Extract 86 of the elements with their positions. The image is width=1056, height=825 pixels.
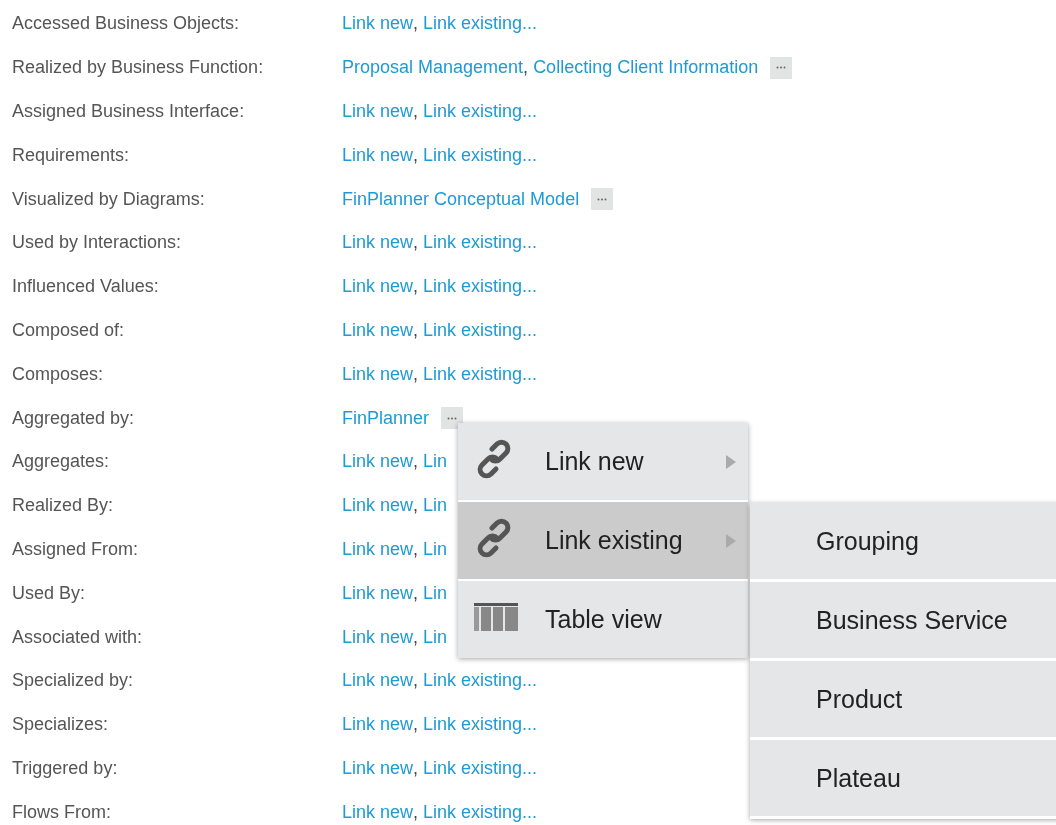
field-label: Requirements: [11,144,131,166]
link[interactable]: FinPlanner [342,407,430,429]
field-label: Specializes: [11,714,110,736]
link[interactable]: Link new [342,801,414,823]
separator: , [413,626,419,648]
link[interactable]: Lin [423,538,448,560]
link[interactable]: Link new [342,582,414,604]
link[interactable]: Link new [342,363,414,385]
field-label: Composed of: [11,319,126,341]
table-icon [474,602,518,631]
link[interactable]: Proposal Management [342,57,524,79]
link[interactable]: Link new [342,670,414,692]
field-label: Realized by Business Function: [11,57,265,79]
link[interactable]: Link new [342,232,414,254]
link[interactable]: Link new [342,319,414,341]
separator: , [413,582,419,604]
link[interactable]: Link new [342,276,414,298]
link[interactable]: Lin [423,495,448,517]
field-label: Used by Interactions: [11,232,183,254]
link[interactable]: Link existing... [423,670,538,692]
link[interactable]: Collecting Client Information [533,57,759,79]
menu-item[interactable]: Link new [458,423,748,500]
link[interactable]: Link existing... [423,363,538,385]
field-label: Accessed Business Objects: [11,13,241,35]
field-label: Assigned Business Interface: [11,101,246,122]
link[interactable]: FinPlanner Conceptual Model [342,188,580,210]
menu-item[interactable]: Business Service [750,582,1056,658]
more-button[interactable] [770,56,793,79]
separator: , [413,144,419,166]
field-label: Composes: [11,363,105,385]
link[interactable]: Link existing... [423,144,538,166]
separator: , [413,319,419,341]
link[interactable]: Link new [342,13,414,35]
more-icon [447,416,458,420]
separator: , [413,538,419,560]
link[interactable]: Link existing... [423,801,538,823]
link[interactable]: Link new [342,714,414,736]
link[interactable]: Link existing... [423,319,538,341]
separator: , [413,13,419,35]
more-icon [597,197,608,201]
field-label: Aggregates: [11,451,111,473]
field-label: Assigned From: [11,538,140,560]
link[interactable]: Lin [423,626,448,648]
menu-item[interactable]: Grouping [750,503,1056,579]
menu-item[interactable]: Table view [458,581,748,658]
separator: , [523,57,529,79]
field-label: Associated with: [11,626,144,648]
separator: , [413,495,419,517]
field-label: Triggered by: [11,757,119,779]
separator: , [413,451,419,473]
separator: , [413,363,419,385]
link[interactable]: Link existing... [423,714,538,736]
separator: , [413,801,419,823]
link[interactable]: Lin [423,451,448,473]
menu-item[interactable]: Product [750,661,1056,737]
link[interactable]: Link new [342,451,414,473]
field-label: Realized By: [11,495,115,517]
field-label: Used By: [11,582,87,604]
field-label: Aggregated by: [11,407,136,429]
link[interactable]: Link existing... [423,276,538,298]
link[interactable]: Link new [342,626,414,648]
link[interactable]: Link new [342,538,414,560]
more-icon [776,66,787,70]
field-label: Specialized by: [11,670,135,692]
separator: , [413,670,419,692]
separator: , [413,757,419,779]
more-button[interactable] [591,188,614,211]
field-label: Flows From: [11,801,112,823]
field-label: Influenced Values: [11,276,160,298]
more-button[interactable] [441,407,464,430]
link[interactable]: Link existing... [423,757,538,779]
menu-item[interactable]: Link existing [458,502,748,579]
separator: , [413,714,419,736]
separator: , [413,232,419,254]
separator: , [413,101,419,122]
link[interactable]: Link new [342,144,414,166]
link[interactable]: Link new [342,757,414,779]
link[interactable]: Link existing... [423,232,538,254]
separator: , [413,276,419,298]
link[interactable]: Lin [423,582,448,604]
link[interactable]: Link new [342,495,414,517]
field-label: Visualized by Diagrams: [11,188,206,210]
link[interactable]: Link new [342,101,414,122]
link[interactable]: Link existing... [423,101,538,122]
menu-item[interactable]: Plateau [750,740,1056,816]
link[interactable]: Link existing... [423,13,538,35]
